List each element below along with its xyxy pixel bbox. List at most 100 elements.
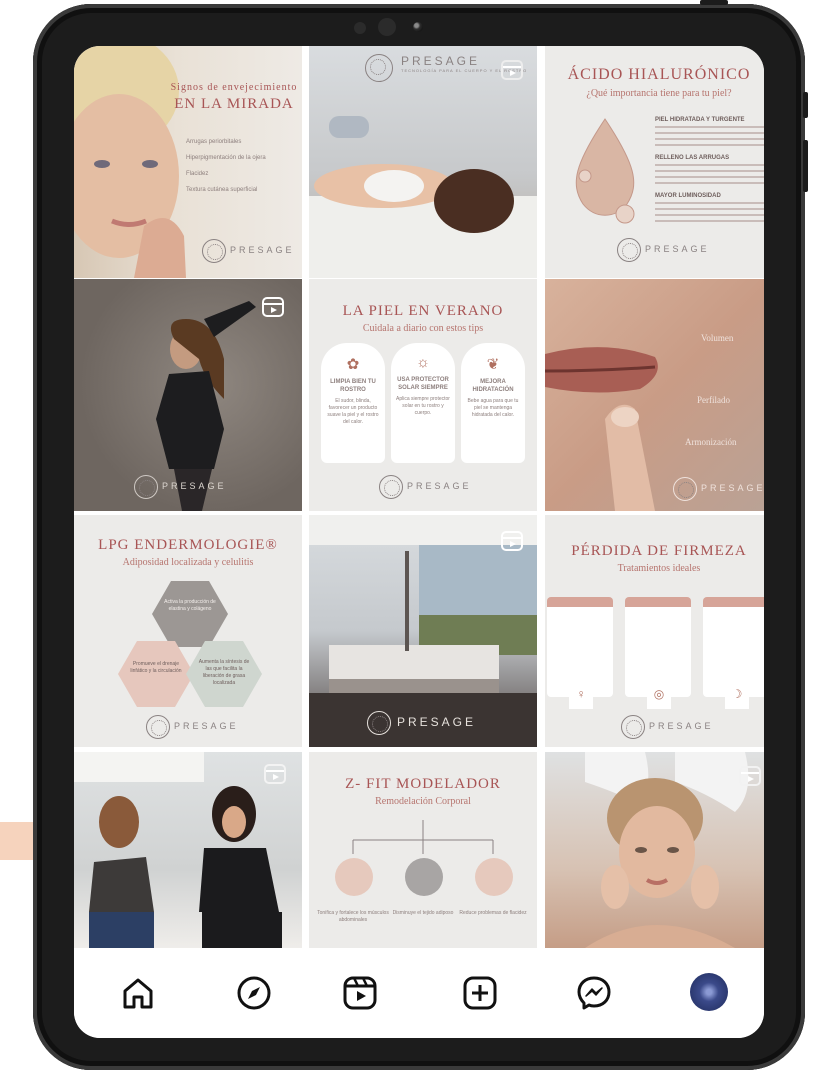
tip-text: El sudor, blinda, favorecer un producto … bbox=[327, 398, 379, 425]
text-lines bbox=[655, 202, 764, 224]
volume-button[interactable] bbox=[700, 0, 728, 5]
hex-text: Aumenta la síntesis de las que facilita … bbox=[198, 659, 250, 686]
post-title: LPG ENDERMOLOGIE® bbox=[98, 537, 278, 553]
benefit-heading: MAYOR LUMINOSIDAD bbox=[655, 193, 721, 199]
post-title: LA PIEL EN VERANO bbox=[342, 303, 504, 319]
post-piel-en-verano[interactable]: LA PIEL EN VERANO Cuidala a diario con e… bbox=[309, 279, 537, 511]
presage-logo-icon bbox=[134, 475, 158, 499]
abdomen-icon bbox=[335, 858, 373, 896]
benefit-heading: RELLENO LAS ARRUGAS bbox=[655, 155, 730, 161]
post-grid: Signos de envejecimiento EN LA MIRADA Ar… bbox=[74, 46, 764, 948]
lip-label: Perfilado bbox=[697, 395, 730, 405]
brand-label: PRESAGE bbox=[407, 481, 472, 491]
brand-label: PRESAGE bbox=[174, 721, 239, 731]
explore-icon[interactable] bbox=[234, 973, 274, 1013]
zfit-label: Reduce problemas de flacidez bbox=[459, 910, 527, 916]
benefit-list: PIEL HIDRATADA Y TURGENTE RELLENO LAS AR… bbox=[655, 116, 764, 224]
facial-scene bbox=[585, 752, 749, 948]
text-lines bbox=[655, 164, 764, 186]
tip-card: ☼ USA PROTECTOR SOLAR SIEMPRE Aplica sie… bbox=[391, 343, 455, 463]
hex-text: Promueve el drenaje linfático y la circu… bbox=[130, 661, 182, 674]
sensor-dot bbox=[354, 22, 366, 34]
post-title: Z- FIT MODELADOR bbox=[345, 776, 501, 792]
post-facial-massage[interactable] bbox=[545, 752, 764, 948]
drop-icon: ❦ bbox=[486, 357, 500, 373]
post-title: PÉRDIDA DE FIRMEZA bbox=[571, 543, 747, 559]
hex-card bbox=[152, 581, 228, 647]
post-lips-photo[interactable]: Volumen Perfilado Armonización PRESAGE bbox=[545, 279, 764, 511]
reels-icon[interactable] bbox=[340, 973, 380, 1013]
presage-logo-icon bbox=[621, 715, 645, 739]
bullet-item: Arrugas periorbitales bbox=[186, 139, 242, 145]
lip-label: Armonización bbox=[685, 437, 737, 447]
tip-label: MEJORA HIDRATACIÓN bbox=[472, 379, 514, 393]
sun-icon: ☼ bbox=[416, 355, 430, 371]
post-subtitle: Remodelación Corporal bbox=[375, 796, 471, 807]
post-model-photo[interactable]: PRESAGE bbox=[74, 279, 302, 511]
screen: Signos de envejecimiento EN LA MIRADA Ar… bbox=[74, 46, 764, 1038]
bottom-nav-bar bbox=[74, 948, 764, 1038]
brand-label: PRESAGE bbox=[649, 721, 714, 731]
post-title: ÁCIDO HIALURÓNICO bbox=[567, 66, 751, 83]
presage-logo-icon bbox=[367, 711, 391, 735]
presage-logo-icon bbox=[365, 54, 393, 82]
create-icon[interactable] bbox=[460, 973, 500, 1013]
messenger-icon[interactable] bbox=[574, 973, 614, 1013]
brand-label: PRESAGE bbox=[397, 715, 477, 729]
muscle-icon bbox=[405, 858, 443, 896]
side-button-2[interactable] bbox=[803, 140, 808, 192]
tip-text: Aplica siempre protector solar en tu ros… bbox=[396, 396, 450, 416]
treatment-icon: ☽ bbox=[725, 687, 749, 709]
lip-label: Volumen bbox=[701, 333, 734, 343]
tip-label: USA PROTECTOR SOLAR SIEMPRE bbox=[397, 377, 449, 391]
text-lines bbox=[655, 126, 764, 148]
tip-text: Bebe agua para que tu piel se mantenga h… bbox=[467, 398, 519, 418]
post-subtitle: Tratamientos ideales bbox=[617, 563, 701, 574]
treatment-icon: ♀ bbox=[569, 687, 593, 709]
post-subtitle: ¿Qué importancia tiene para tu piel? bbox=[586, 88, 732, 99]
hyaluronic-drop-icon bbox=[575, 118, 635, 224]
side-button-1[interactable] bbox=[803, 92, 808, 118]
treatment-card bbox=[625, 597, 691, 697]
reel-icon bbox=[262, 297, 284, 317]
body-icon bbox=[475, 858, 513, 896]
treatment-scene bbox=[309, 116, 537, 278]
camera-icon bbox=[413, 22, 423, 32]
treatment-card bbox=[703, 597, 764, 697]
bullet-list: Arrugas periorbitales Hiperpigmentación … bbox=[186, 138, 298, 194]
post-perdida-firmeza[interactable]: PÉRDIDA DE FIRMEZA Tratamientos ideales … bbox=[545, 515, 764, 747]
bullet-item: Hiperpigmentación de la ojera bbox=[186, 155, 266, 161]
face-wash-icon: ✿ bbox=[346, 357, 360, 373]
post-z-fit-modelador[interactable]: Z- FIT MODELADOR Remodelación Corporal T… bbox=[309, 752, 537, 948]
zfit-label: Disminuye el tejido adiposo bbox=[392, 910, 454, 916]
benefit-heading: PIEL HIDRATADA Y TURGENTE bbox=[655, 117, 745, 123]
tip-card: ❦ MEJORA HIDRATACIÓN Bebe agua para que … bbox=[461, 343, 525, 463]
tip-card: ✿ LIMPIA BIEN TU ROSTRO El sudor, blinda… bbox=[321, 343, 385, 463]
brand-label: PRESAGE bbox=[162, 481, 227, 491]
home-icon[interactable] bbox=[118, 973, 158, 1013]
bullet-item: Textura cutánea superficial bbox=[186, 187, 258, 193]
brand-label: PRESAGE bbox=[401, 54, 481, 68]
presage-logo-icon bbox=[673, 477, 697, 501]
presage-logo-icon bbox=[202, 239, 226, 263]
lips-closeup bbox=[545, 347, 658, 511]
post-interview-photo[interactable] bbox=[74, 752, 302, 948]
post-acido-hialuronico[interactable]: ÁCIDO HIALURÓNICO ¿Qué importancia tiene… bbox=[545, 46, 764, 278]
brand-label: PRESAGE bbox=[230, 245, 295, 255]
post-subtitle: Cuidala a diario con estos tips bbox=[362, 323, 484, 334]
reel-icon bbox=[501, 60, 523, 80]
presage-logo-icon bbox=[617, 238, 641, 262]
presage-logo-icon bbox=[379, 475, 403, 499]
sensor-dot bbox=[378, 18, 396, 36]
zfit-label: Tonifica y fortalece los músculos abdomi… bbox=[317, 910, 389, 923]
brand-label: PRESAGE bbox=[645, 244, 710, 254]
post-clinic-room[interactable]: PRESAGE bbox=[309, 515, 537, 747]
profile-avatar[interactable] bbox=[690, 973, 728, 1011]
brand-label: PRESAGE bbox=[701, 483, 764, 493]
post-mirada[interactable]: Signos de envejecimiento EN LA MIRADA Ar… bbox=[74, 46, 302, 278]
post-lpg-endermologie[interactable]: LPG ENDERMOLOGIE® Adiposidad localizada … bbox=[74, 515, 302, 747]
hex-text: Activa la producción de elastina y colág… bbox=[164, 599, 216, 612]
post-treatment-photo[interactable]: PRESAGE TECNOLOGÍA PARA EL CUERPO Y EL R… bbox=[309, 46, 537, 278]
bullet-item: Flacidez bbox=[186, 171, 209, 177]
reel-icon bbox=[264, 764, 286, 784]
